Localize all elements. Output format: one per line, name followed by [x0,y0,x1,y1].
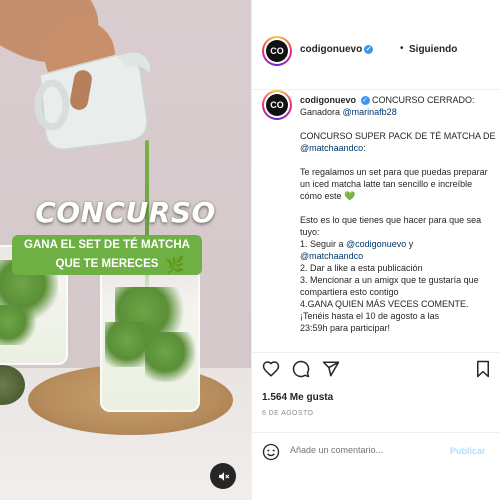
caption-username[interactable]: codigonuevo [300,95,356,105]
like-count[interactable]: 1.564 Me gusta [262,392,333,403]
paper-plane-icon[interactable] [322,360,340,378]
codigonuevo-mention-link[interactable]: @codigonuevo [346,239,406,249]
post-panel: CO codigonuevo ✓ • Siguiendo CO codigonue… [251,0,500,500]
caption-step-3: 3. Mencionar a un amigx que te gustaría … [300,275,479,297]
heart-icon[interactable] [262,360,280,378]
post-media[interactable]: CONCURSO GANA EL SET DE TÉ MATCHA QUE TE… [0,0,251,500]
separator-dot: • [400,43,404,54]
step1-prefix: 1. Seguir a [300,239,347,249]
caption-p2-suffix: : [363,143,366,153]
post-header: CO codigonuevo ✓ • Siguiendo [252,0,500,90]
mute-button[interactable] [210,463,236,489]
glass-main [100,262,200,412]
avatar-initials: CO [266,40,288,62]
leaf-icon: 🌿 [165,257,185,274]
banner-line-1: GANA EL SET DE TÉ MATCHA [24,239,190,251]
verified-badge-icon: ✓ [364,44,374,54]
caption-step-2: 2. Dar a like a esta publicación [300,263,423,273]
caption-p2-text: CONCURSO SUPER PACK DE TÉ MATCHA DE [300,131,496,141]
header-username[interactable]: codigonuevo ✓ [300,44,374,55]
caption-step-4: 4.GANA QUIEN MÁS VECES COMENTE. [300,299,469,309]
comment-input[interactable] [290,445,440,455]
caption-avatar[interactable]: CO [262,90,292,120]
caption-p3-text: Te regalamos un set para que puedas prep… [300,167,488,201]
actions-divider [252,352,500,353]
step1-middle: y [406,239,414,249]
comment-row: Publicar [252,432,500,500]
caption-text: codigonuevo ✓ CONCURSO CERRADO: Ganadora… [300,94,496,346]
caption-avatar-initials: CO [266,94,288,116]
green-heart-icon: 💚 [344,191,356,201]
caption-step-5: ¡Tenéis hasta el 10 de agosto a las [300,311,440,321]
bookmark-icon[interactable] [474,360,492,378]
following-button[interactable]: Siguiendo [409,44,457,55]
winner-mention-link[interactable]: @marinafb28 [343,107,397,117]
smiley-icon[interactable] [262,443,280,461]
matchaandco-mention-link[interactable]: @matchaandco [300,143,363,153]
caption-verified-icon: ✓ [360,96,370,106]
caption-line-2-prefix: Ganadora [300,107,343,117]
comment-bubble-icon[interactable] [292,360,310,378]
post-date[interactable]: 6 DE AGOSTO [262,410,313,417]
header-username-text[interactable]: codigonuevo [300,44,362,55]
caption-step-6: 23:59h para participar! [300,323,391,333]
caption-p4-intro: Esto es lo que tienes que hacer para que… [300,215,482,237]
matchaandco-mention-link-2[interactable]: @matchaandco [300,250,496,262]
publish-button[interactable]: Publicar [450,446,486,456]
caption-area: CO codigonuevo ✓ CONCURSO CERRADO: Ganad… [252,90,500,352]
avatar[interactable]: CO [262,36,292,66]
caption-step-1: 1. Seguir a @codigonuevo y [300,238,496,250]
contest-title-wrap: CONCURSO [0,196,251,229]
contest-title: CONCURSO [35,196,216,229]
mute-speaker-icon [218,471,229,481]
caption-line-1: CONCURSO CERRADO: [372,95,475,105]
